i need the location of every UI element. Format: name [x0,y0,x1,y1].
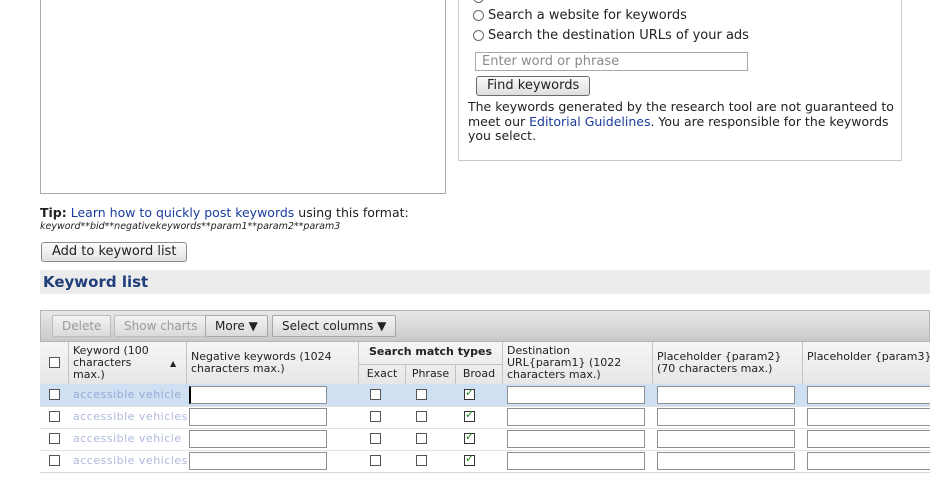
show-charts-button[interactable]: Show charts [114,315,208,337]
keyword-column-label: Keyword (100 characters max.) [73,344,149,381]
add-to-keyword-list-button[interactable]: Add to keyword list [41,242,188,262]
exact-checkbox[interactable] [370,411,381,422]
delete-button[interactable]: Delete [52,315,112,337]
destination-url-input[interactable] [507,452,645,470]
param2-input[interactable] [657,408,795,426]
destination-url-input[interactable] [507,430,645,448]
broad-checkbox[interactable] [464,408,475,422]
sort-ascending-icon: ▲ [170,359,177,368]
select-all-checkbox[interactable] [49,357,60,368]
post-keywords-help-link[interactable]: Learn how to quickly post keywords [71,205,295,220]
table-bottom-divider [40,472,930,473]
negative-keywords-input[interactable] [189,430,327,448]
param3-input[interactable] [807,386,930,404]
row-checkbox[interactable] [49,433,60,444]
table-row[interactable]: accessible vehicle [40,384,930,407]
exact-column-header: Exact [358,364,405,384]
param3-input[interactable] [807,408,930,426]
keyword-table-header: Keyword (100 characters max.) ▲ Negative… [40,342,930,385]
param3-input[interactable] [807,430,930,448]
keyword-column-header[interactable]: Keyword (100 characters max.) ▲ [68,342,186,384]
exact-checkbox[interactable] [370,389,381,400]
select-all-column [40,342,68,384]
destination-url-label: Destination URL{param1} (1022 characters… [507,344,622,381]
row-checkbox[interactable] [49,455,60,466]
radio-icon[interactable] [473,0,484,3]
table-row[interactable]: accessible vehicles [40,406,930,429]
research-option-label: Search a website for keywords [488,8,687,23]
exact-checkbox[interactable] [370,455,381,466]
negative-keywords-column-header: Negative keywords (1024 characters max.) [186,342,358,384]
keyword-cell[interactable]: accessible vehicles [73,410,188,423]
broad-checkbox[interactable] [464,452,475,466]
row-checkbox[interactable] [49,411,60,422]
param2-input[interactable] [657,386,795,404]
keyword-list-header: Keyword list [40,270,930,294]
find-keywords-button[interactable]: Find keywords [476,76,591,96]
keyword-cell[interactable]: accessible vehicle [73,388,182,401]
phrase-checkbox[interactable] [416,389,427,400]
phrase-column-header: Phrase [405,364,455,384]
research-option-label: Search the destination URLs of your ads [488,28,749,43]
keyword-research-panel: Search a website for keywords Search the… [458,0,902,161]
broad-column-header: Broad [455,364,502,384]
keyword-list-title: Keyword list [43,273,149,291]
param2-label: Placeholder {param2} (70 characters max.… [657,350,782,375]
tip: Tip: Learn how to quickly post keywords … [40,205,409,220]
destination-url-input[interactable] [507,408,645,426]
research-option-hidden[interactable] [473,0,488,3]
param2-input[interactable] [657,430,795,448]
param3-label: Placeholder {param3} (70 characters max.… [807,350,930,363]
phrase-checkbox[interactable] [416,433,427,444]
research-disclaimer: The keywords generated by the research t… [468,99,898,144]
table-row[interactable]: accessible vehicles [40,450,930,473]
negative-keywords-input[interactable] [189,452,327,470]
broad-checkbox[interactable] [464,386,475,400]
radio-icon[interactable] [473,30,484,41]
exact-checkbox[interactable] [370,433,381,444]
keyword-cell[interactable]: accessible vehicle [73,432,182,445]
negative-keywords-input[interactable] [189,386,327,404]
research-option-website[interactable]: Search a website for keywords [473,8,687,23]
keyword-entry-textarea[interactable] [40,0,446,194]
param3-column-header: Placeholder {param3} (70 characters max.… [802,342,930,384]
phrase-checkbox[interactable] [416,455,427,466]
tip-suffix: using this format: [294,205,409,220]
param2-input[interactable] [657,452,795,470]
editorial-guidelines-link[interactable]: Editorial Guidelines [529,114,650,129]
row-checkbox[interactable] [49,389,60,400]
select-columns-button[interactable]: Select columns ▼ [272,315,397,337]
keyword-list-toolbar: Delete Show charts More ▼ Select columns… [40,310,930,342]
tip-label: Tip: [40,205,67,220]
broad-checkbox[interactable] [464,430,475,444]
phrase-checkbox[interactable] [416,411,427,422]
negative-keywords-input[interactable] [189,408,327,426]
destination-url-input[interactable] [507,386,645,404]
table-row[interactable]: accessible vehicle [40,428,930,451]
negative-keywords-label: Negative keywords (1024 characters max.) [191,350,332,375]
radio-icon[interactable] [473,10,484,21]
research-option-urls[interactable]: Search the destination URLs of your ads [473,28,749,43]
param2-column-header: Placeholder {param2} (70 characters max.… [652,342,802,384]
research-input[interactable]: Enter word or phrase [475,52,748,71]
keyword-cell[interactable]: accessible vehicles [73,454,188,467]
more-menu-button[interactable]: More ▼ [205,315,268,337]
match-types-label: Search match types [368,345,493,358]
tip-format: keyword**bid**negativekeywords**param1**… [40,221,341,232]
param3-input[interactable] [807,452,930,470]
destination-url-column-header: Destination URL{param1} (1022 characters… [502,342,652,384]
